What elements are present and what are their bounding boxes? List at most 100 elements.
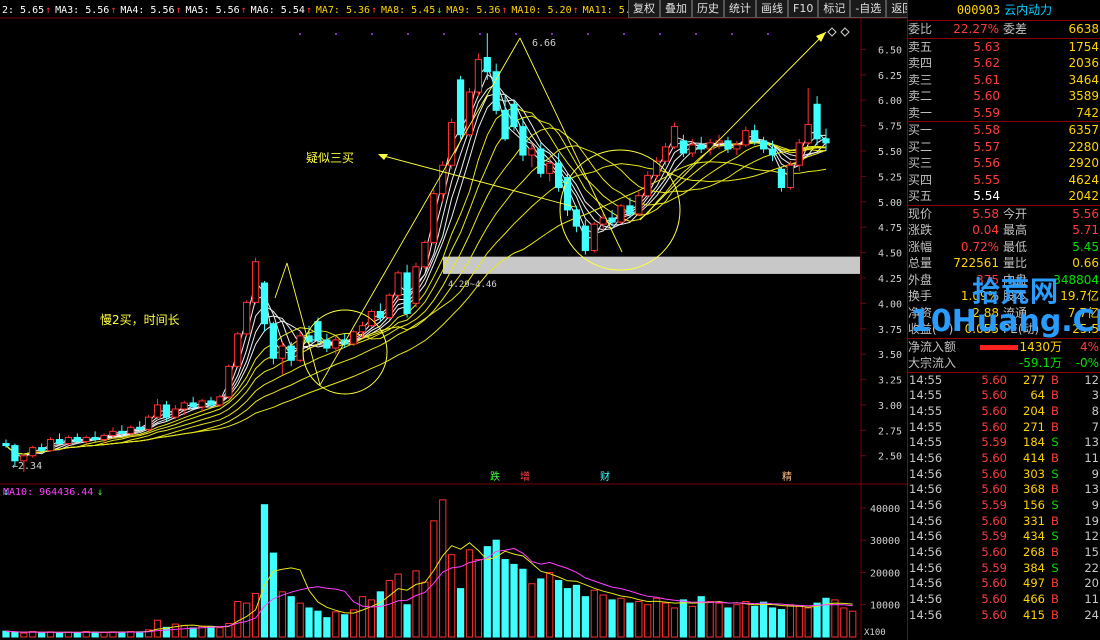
tick-side: B [1051,450,1059,465]
volume-bar [510,563,518,638]
volume-bar [742,601,750,638]
quote-value: 19.7亿 [1060,289,1099,303]
bids-row[interactable]: 买五 5.54 2042 [908,188,1100,205]
toolbar-button-5[interactable]: F10 [788,0,819,18]
toolbar-button-0[interactable]: 复权 [628,0,660,18]
bids-row[interactable]: 买二 5.57 2280 [908,139,1100,156]
candle-body [278,345,286,359]
tick-row[interactable]: 14:56 5.60 303 S 9 [908,467,1100,483]
price-tick-label: 5.75 [878,122,902,133]
tick-time: 14:56 [909,560,943,575]
volume-bar [492,539,500,638]
asks-row[interactable]: 卖五 5.63 1754 [908,39,1100,56]
asks-row[interactable]: 卖二 5.60 3589 [908,88,1100,105]
toolbar-button-1[interactable]: 叠加 [660,0,692,18]
candle-body [376,310,384,319]
tick-row[interactable]: 14:55 5.60 271 B 7 [908,420,1100,436]
toolbar-button-6[interactable]: 标记 [818,0,851,18]
flow-row: 净流入额 1430万 4% [908,339,1100,356]
volume-bar [394,573,402,638]
volume-bar [608,599,616,638]
volume-bar [305,607,313,638]
candle-body [804,124,812,144]
asks-label: 卖三 [908,72,933,87]
tick-count: 19 [1084,513,1099,528]
price-tick-label: 2.75 [878,426,902,437]
candle-body [118,430,126,434]
toolbar-button-4[interactable]: 画线 [756,0,788,18]
bids-row[interactable]: 买一 5.58 6357 [908,122,1100,139]
asks-row[interactable]: 卖四 5.62 2036 [908,55,1100,72]
tick-row[interactable]: 14:56 5.60 466 B 11 [908,592,1100,608]
tick-row[interactable]: 14:55 5.60 277 B 12 [908,373,1100,389]
candle-body [189,402,197,408]
candle [243,300,251,336]
tick-row[interactable]: 14:55 5.59 184 S 13 [908,435,1100,451]
toolbar-button-7[interactable]: -自选 [850,0,887,18]
flow-bar-slot [980,339,1018,356]
asks-row[interactable]: 卖三 5.61 3464 [908,72,1100,89]
candle-body [296,335,304,361]
bids-row[interactable]: 买三 5.56 2920 [908,155,1100,172]
quote-value: 1.09% [960,289,999,303]
tick-side: B [1051,403,1059,418]
asks-price: 5.61 [973,72,1000,87]
quote-value: 0.055 [964,322,999,336]
signal-dot [659,33,661,35]
toolbar-button-2[interactable]: 历史 [692,0,724,18]
tick-volume: 303 [1023,466,1045,481]
capital-flow: 净流入额 1430万 4% 大宗流入 -59.1万 -0% [908,339,1100,373]
tick-row[interactable]: 14:56 5.60 414 B 11 [908,451,1100,467]
ma-legend-arrow: ↑ [573,5,579,16]
asks-row[interactable]: 卖一 5.59 742 [908,105,1100,122]
bid-book: 买一 5.58 6357 买二 5.57 2280 买三 5.56 2920 买四 5.55 4624… [908,122,1100,206]
quote-value: 25.5 [1072,322,1099,336]
price-tick-label: 2.50 [878,452,902,463]
price-tick-label: 3.00 [878,401,902,412]
candle-body [207,400,215,406]
tick-row[interactable]: 14:56 5.60 415 B 24 [908,608,1100,624]
tick-side: S [1051,435,1059,450]
tick-row[interactable]: 14:55 5.60 204 B 8 [908,404,1100,420]
tick-row[interactable]: 14:56 5.60 497 B 20 [908,576,1100,592]
signal-dot [299,33,301,35]
tick-count: 9 [1091,498,1099,512]
tick-price: 5.60 [981,607,1007,622]
quote-value: 5.56 [1072,206,1099,221]
tick-row[interactable]: 14:56 5.59 156 S 9 [908,498,1100,514]
bids-row[interactable]: 买四 5.55 4624 [908,172,1100,189]
quote-value: 5.45 [1072,239,1099,254]
ma-legend-arrow: ↑ [45,5,51,16]
tick-row[interactable]: 14:56 5.60 268 B 15 [908,545,1100,561]
tick-row[interactable]: 14:56 5.59 434 S 12 [908,529,1100,545]
quote-value: 348804 [1053,272,1099,287]
candle-body [759,140,768,150]
bids-label: 买四 [908,172,933,187]
quote-value: 5.58 [972,206,999,221]
tick-list[interactable]: 14:55 5.60 277 B 12 14:55 5.60 64 B 3 14:55 5.60 204… [908,373,1100,624]
candle [225,364,233,399]
candle [412,262,420,308]
stock-header[interactable]: 000903 云内动力 [908,0,1100,21]
tick-side: B [1051,607,1059,622]
tick-price: 5.60 [981,482,1007,497]
candle-body [162,404,171,418]
candle [251,257,260,305]
volume-bar [403,604,411,638]
candle-body [822,138,830,144]
volume-bar [840,607,848,638]
candle [144,415,153,432]
tick-row[interactable]: 14:56 5.59 384 S 22 [908,561,1100,577]
tick-time: 14:56 [909,466,943,481]
tick-row[interactable]: 14:56 5.60 331 B 19 [908,514,1100,530]
volume-bar [590,589,598,638]
candle-body [706,142,714,150]
toolbar-button-3[interactable]: 统计 [724,0,756,18]
tick-row[interactable]: 14:55 5.60 64 B 3 [908,388,1100,404]
candle-body [572,209,581,227]
candle [296,331,304,363]
quote-value: 375 [976,272,999,287]
tick-time: 14:56 [909,482,943,497]
tick-time: 14:56 [909,545,943,560]
tick-row[interactable]: 14:56 5.60 368 B 13 [908,482,1100,498]
